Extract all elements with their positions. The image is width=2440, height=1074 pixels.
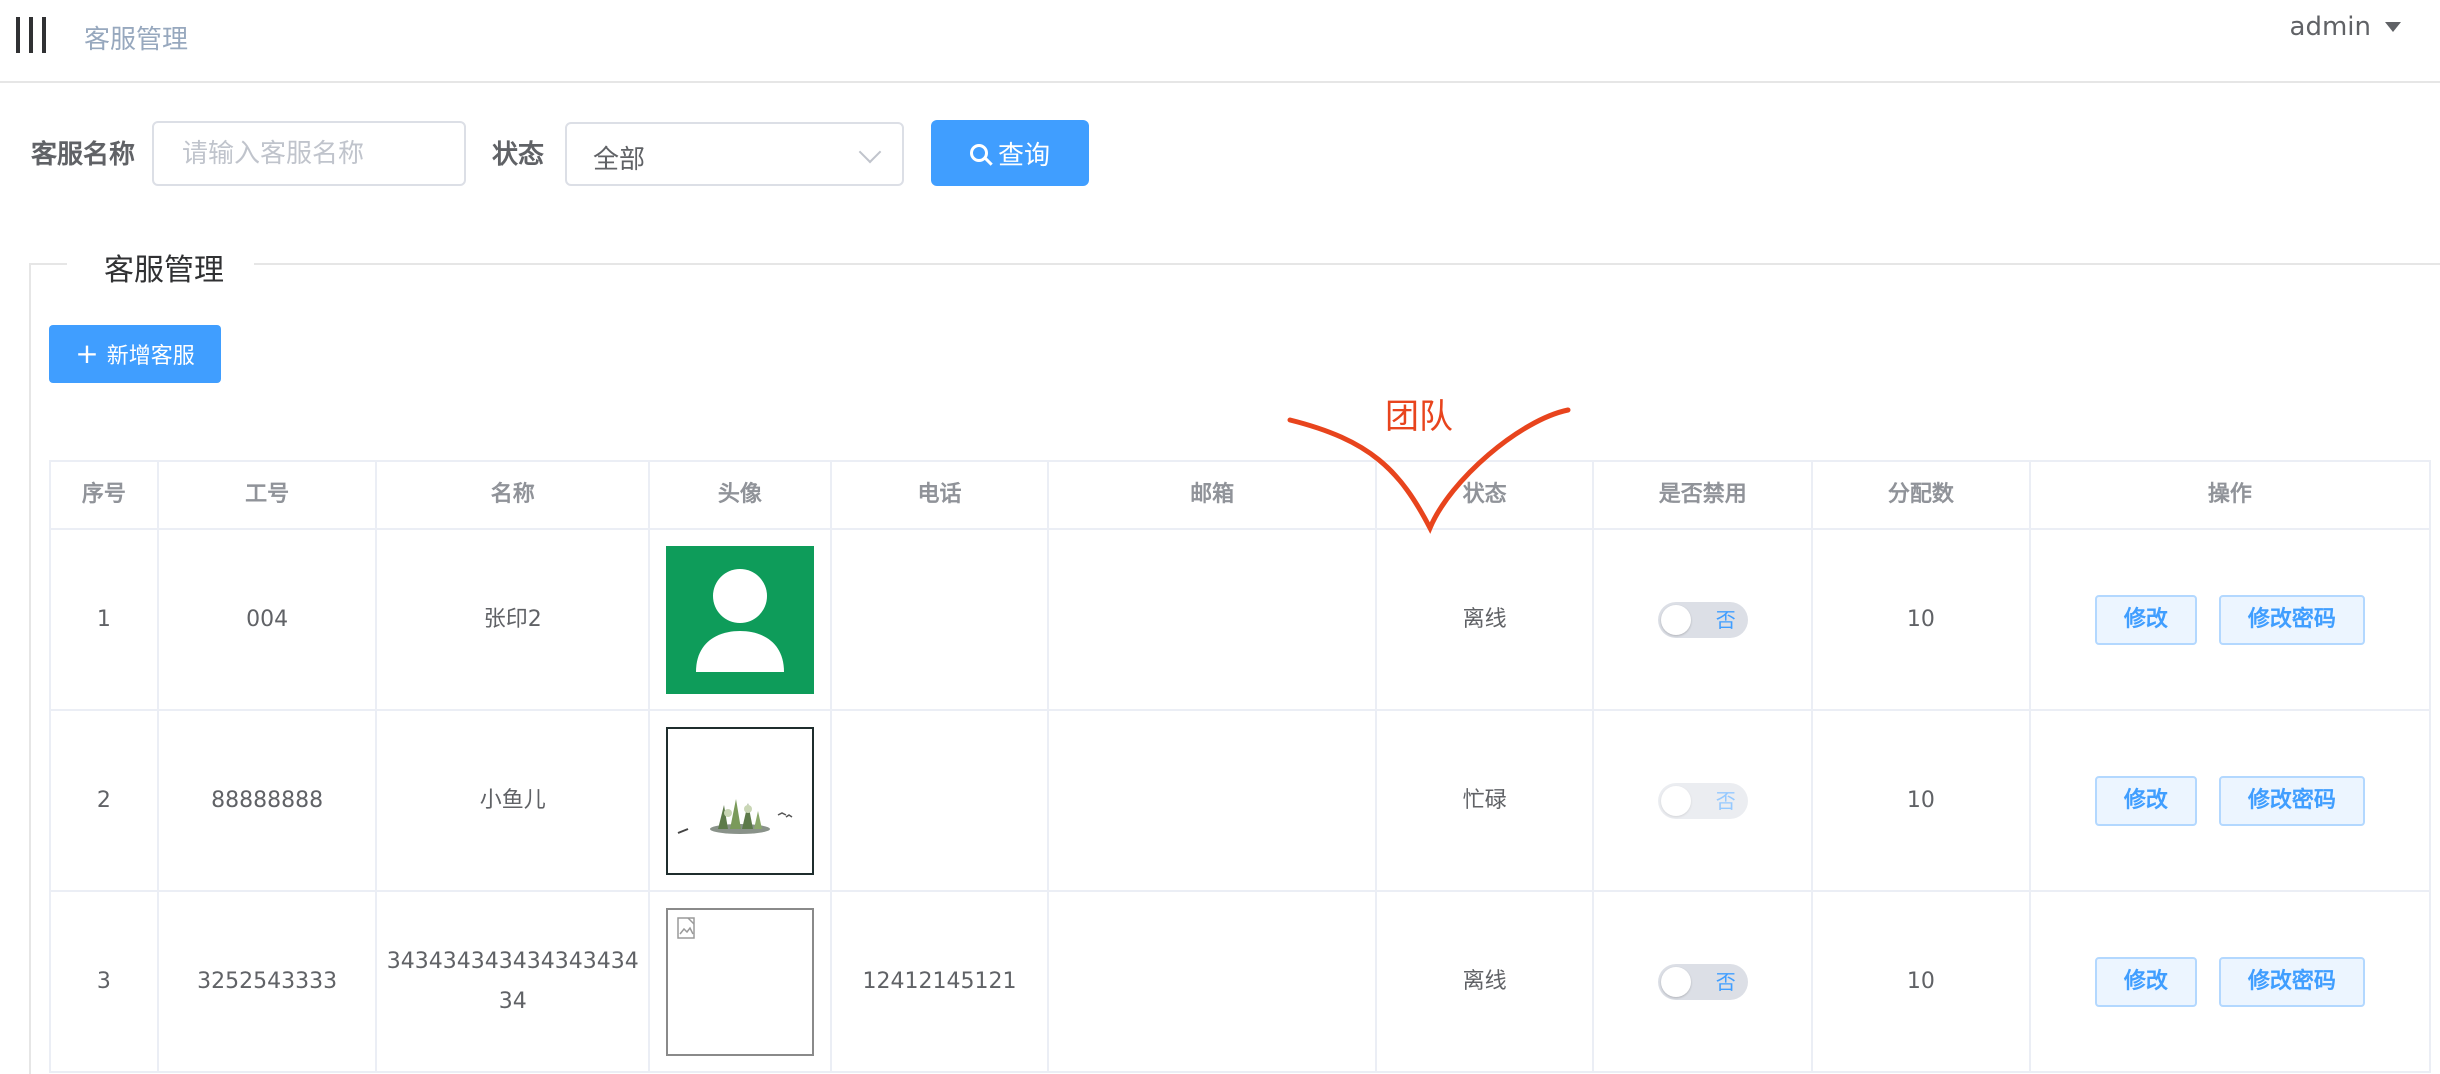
- disable-switch[interactable]: 否: [1657, 963, 1748, 1000]
- cell-job-no: 004: [159, 530, 378, 709]
- avatar: [665, 907, 814, 1056]
- cell-assigned: 10: [1813, 530, 2031, 709]
- switch-knob: [1660, 604, 1691, 635]
- user-icon: [695, 568, 784, 672]
- table-row: 2 88888888 小鱼儿 忙碌 否 10 修改 修改密码: [51, 711, 2429, 892]
- column-header[interactable]: 状态: [1377, 462, 1595, 528]
- top-navbar: 客服管理 admin: [0, 0, 2440, 83]
- plus-icon: +: [75, 337, 99, 370]
- column-header[interactable]: 操作: [2031, 462, 2429, 528]
- chevron-down-icon: [858, 140, 882, 164]
- cell-status: 离线: [1377, 892, 1595, 1071]
- cell-assigned: 10: [1813, 892, 2031, 1071]
- edit-button[interactable]: 修改: [2094, 775, 2197, 826]
- caret-down-icon: [2385, 22, 2401, 32]
- broken-image-icon: [677, 916, 695, 939]
- breadcrumb[interactable]: 客服管理: [84, 19, 188, 56]
- column-header[interactable]: 序号: [51, 462, 159, 528]
- cell-email: [1049, 530, 1377, 709]
- cell-avatar: [650, 711, 832, 890]
- table-header: 序号 工号 名称 头像 电话 邮箱 状态 是否禁用 分配数 操作: [51, 462, 2429, 530]
- status-select[interactable]: 全部: [565, 122, 904, 186]
- column-header[interactable]: 邮箱: [1049, 462, 1377, 528]
- column-header[interactable]: 是否禁用: [1594, 462, 1814, 528]
- hamburger-menu-icon[interactable]: [16, 17, 46, 53]
- cell-avatar: [650, 892, 832, 1071]
- switch-text: 否: [1715, 969, 1736, 994]
- disable-switch[interactable]: 否: [1657, 782, 1748, 819]
- add-agent-label: 新增客服: [106, 344, 195, 369]
- fieldset-border: [29, 263, 31, 1074]
- cell-disabled: 否: [1594, 530, 1814, 709]
- cell-email: [1049, 711, 1377, 890]
- switch-knob: [1660, 785, 1691, 816]
- cell-phone: [832, 711, 1050, 890]
- switch-text: 否: [1715, 788, 1736, 813]
- cell-disabled: 否: [1594, 892, 1814, 1071]
- table-row: 3 3252543333 34343434343434343434 124121…: [51, 892, 2429, 1073]
- query-button[interactable]: 查询: [931, 120, 1089, 186]
- edit-button[interactable]: 修改: [2094, 594, 2197, 645]
- cell-status: 离线: [1377, 530, 1595, 709]
- cell-avatar: [650, 530, 832, 709]
- column-header[interactable]: 头像: [650, 462, 832, 528]
- avatar: [665, 726, 814, 875]
- fieldset-border: [29, 263, 67, 265]
- change-password-button[interactable]: 修改密码: [2218, 775, 2365, 826]
- column-header[interactable]: 分配数: [1813, 462, 2031, 528]
- cell-assigned: 10: [1813, 711, 2031, 890]
- column-header[interactable]: 电话: [832, 462, 1050, 528]
- cell-phone: 12412145121: [832, 892, 1050, 1071]
- panel-legend: 客服管理: [104, 253, 224, 288]
- cell-actions: 修改 修改密码: [2031, 530, 2429, 709]
- query-button-label: 查询: [997, 140, 1050, 171]
- name-filter-label: 客服名称: [31, 140, 136, 170]
- cell-name: 小鱼儿: [377, 711, 651, 890]
- column-header[interactable]: 名称: [377, 462, 651, 528]
- agents-table: 序号 工号 名称 头像 电话 邮箱 状态 是否禁用 分配数 操作 1 004 张…: [49, 460, 2431, 1073]
- username: admin: [2289, 12, 2371, 42]
- search-icon: [969, 144, 988, 162]
- landscape-image-icon: [677, 798, 793, 834]
- user-dropdown[interactable]: admin: [2290, 12, 2401, 42]
- change-password-button[interactable]: 修改密码: [2218, 956, 2365, 1007]
- cell-status: 忙碌: [1377, 711, 1595, 890]
- cell-email: [1049, 892, 1377, 1071]
- edit-button[interactable]: 修改: [2094, 956, 2197, 1007]
- cell-name: 张印2: [377, 530, 651, 709]
- switch-knob: [1660, 966, 1691, 997]
- cell-actions: 修改 修改密码: [2031, 892, 2429, 1071]
- table-row: 1 004 张印2 离线 否 10 修改 修改密码: [51, 530, 2429, 711]
- cell-disabled: 否: [1594, 711, 1814, 890]
- change-password-button[interactable]: 修改密码: [2218, 594, 2365, 645]
- status-filter-label: 状态: [492, 140, 545, 170]
- cell-index: 2: [51, 711, 159, 890]
- cell-phone: [832, 530, 1050, 709]
- switch-text: 否: [1715, 607, 1736, 632]
- name-search-input[interactable]: [152, 121, 466, 186]
- fieldset-border: [254, 263, 2440, 265]
- avatar: [665, 545, 814, 694]
- cell-name: 34343434343434343434: [377, 892, 651, 1071]
- status-select-value: 全部: [593, 145, 646, 175]
- cell-job-no: 3252543333: [159, 892, 378, 1071]
- cell-job-no: 88888888: [159, 711, 378, 890]
- cell-index: 1: [51, 530, 159, 709]
- cell-actions: 修改 修改密码: [2031, 711, 2429, 890]
- cell-index: 3: [51, 892, 159, 1071]
- column-header[interactable]: 工号: [159, 462, 378, 528]
- disable-switch[interactable]: 否: [1657, 601, 1748, 638]
- add-agent-button[interactable]: + 新增客服: [49, 325, 221, 383]
- annotation-label: 团队: [1385, 397, 1453, 437]
